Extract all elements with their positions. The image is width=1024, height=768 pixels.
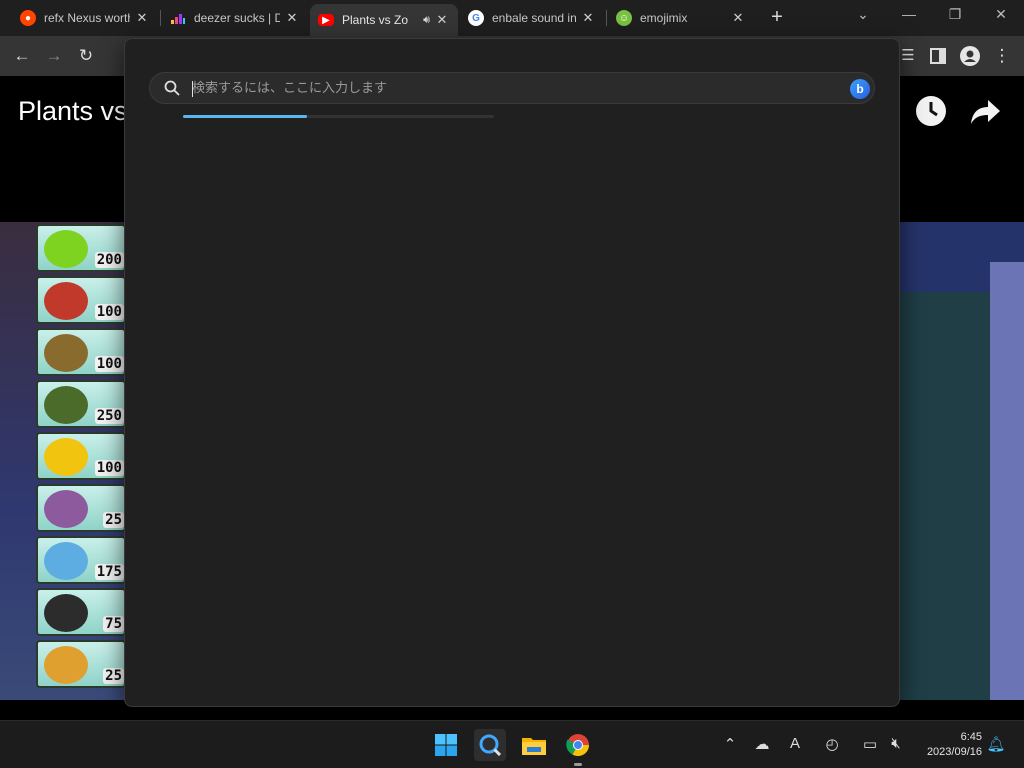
seed-packet: 175 <box>36 536 126 584</box>
seed-packet: 100 <box>36 276 126 324</box>
running-indicator <box>574 763 582 766</box>
ime-hiragana-icon[interactable]: ◴ <box>822 735 842 753</box>
restore-icon[interactable]: ❐ <box>932 0 978 30</box>
new-tab-button[interactable]: + <box>766 6 788 28</box>
tab-emojimix[interactable]: ☺ emojimix ✕ <box>608 4 754 32</box>
tab-youtube[interactable]: ▶ Plants vs Zo 🔊︎ ✕ <box>310 4 458 36</box>
tab-deezer[interactable]: deezer sucks | D ✕ <box>162 4 308 32</box>
side-panel-icon[interactable] <box>926 44 950 68</box>
chevron-up-icon[interactable]: ⌃ <box>720 735 740 753</box>
onedrive-icon[interactable]: ☁ <box>752 735 772 753</box>
seed-cost: 100 <box>94 460 124 476</box>
share-icon[interactable] <box>968 94 1002 128</box>
tab-title: refx Nexus worth <box>44 11 130 25</box>
system-clock[interactable]: 6:45 2023/09/16 <box>927 730 982 760</box>
close-icon[interactable]: ✕ <box>434 12 450 28</box>
seed-packet: 25 <box>36 640 126 688</box>
windows-start-icon[interactable] <box>430 729 462 761</box>
taskbar: ⌃ ☁ A ◴ ▭ 🔇︎ 6:45 2023/09/16 🔔︎ <box>0 720 1024 768</box>
tab-title: emojimix <box>640 11 688 25</box>
seed-cost: 200 <box>94 252 124 268</box>
deezer-icon <box>170 10 186 26</box>
seed-packet: 100 <box>36 328 126 376</box>
notification-bell-icon[interactable]: 🔔︎ <box>986 735 1006 753</box>
tab-separator <box>606 10 607 26</box>
tab-title: enbale sound in <box>492 11 576 25</box>
bing-icon[interactable]: b <box>850 79 870 99</box>
search-icon <box>164 80 180 96</box>
close-icon[interactable]: ✕ <box>284 10 300 26</box>
search-taskbar-icon[interactable] <box>474 729 506 761</box>
reddit-icon: ● <box>20 10 36 26</box>
clock-date: 2023/09/16 <box>926 746 982 758</box>
seed-packet: 200 <box>36 224 126 272</box>
close-icon[interactable]: ✕ <box>580 10 596 26</box>
chrome-icon[interactable] <box>562 729 594 761</box>
close-icon[interactable]: ✕ <box>134 10 150 26</box>
tab-title: deezer sucks | D <box>194 11 280 25</box>
text-caret <box>192 81 193 97</box>
volume-muted-icon[interactable]: 🔇︎ <box>886 735 906 752</box>
ime-mode-icon[interactable]: A <box>785 735 805 752</box>
loading-progress-bar <box>183 115 494 118</box>
seed-packet: 75 <box>36 588 126 636</box>
seed-cost: 25 <box>103 668 124 684</box>
menu-dots-icon[interactable]: ⋮ <box>990 44 1014 68</box>
seed-cost: 100 <box>94 356 124 372</box>
google-icon: G <box>468 10 484 26</box>
search-box[interactable]: b <box>149 72 875 104</box>
youtube-icon: ▶ <box>318 14 334 26</box>
seed-cost: 250 <box>94 408 124 424</box>
speaker-icon[interactable]: 🔊︎ <box>423 14 430 27</box>
back-arrow-icon[interactable]: ← <box>10 44 34 68</box>
search-input[interactable] <box>192 77 792 99</box>
search-popup: b <box>124 38 900 707</box>
tab-title: Plants vs Zo <box>342 13 409 27</box>
close-icon[interactable]: ✕ <box>730 10 746 26</box>
clock-time: 6:45 <box>960 731 982 743</box>
game-lawn <box>900 292 998 700</box>
tab-separator <box>160 10 161 26</box>
progress-fill <box>183 115 308 118</box>
emojimix-icon: ☺ <box>616 10 632 26</box>
seed-cost: 175 <box>94 564 124 580</box>
tab-search-chevron-icon[interactable]: ⌄ <box>840 0 886 30</box>
tab-google[interactable]: G enbale sound in ✕ <box>460 4 604 32</box>
seed-cost: 75 <box>103 616 124 632</box>
seed-packet: 25 <box>36 484 126 532</box>
profile-icon[interactable] <box>958 44 982 68</box>
close-window-icon[interactable]: ✕ <box>978 0 1024 30</box>
seed-packet: 250 <box>36 380 126 428</box>
seed-packet: 100 <box>36 432 126 480</box>
forward-arrow-icon[interactable]: → <box>42 44 66 68</box>
seed-packet-column: 200 100 100 250 100 25 175 75 25 <box>36 222 126 700</box>
watch-later-icon[interactable] <box>914 94 948 128</box>
screen: ● refx Nexus worth ✕ deezer sucks | D ✕ … <box>0 0 1024 768</box>
file-explorer-icon[interactable] <box>518 729 550 761</box>
seed-cost: 100 <box>94 304 124 320</box>
seed-cost: 25 <box>103 512 124 528</box>
network-icon[interactable]: ▭ <box>860 735 880 753</box>
reload-icon[interactable]: ↻ <box>74 44 98 68</box>
video-title: Plants vs <box>18 96 128 126</box>
game-path <box>990 262 1024 700</box>
tab-strip: ● refx Nexus worth ✕ deezer sucks | D ✕ … <box>0 0 1024 36</box>
tab-reddit[interactable]: ● refx Nexus worth ✕ <box>12 4 158 32</box>
minimize-icon[interactable]: — <box>886 0 932 30</box>
